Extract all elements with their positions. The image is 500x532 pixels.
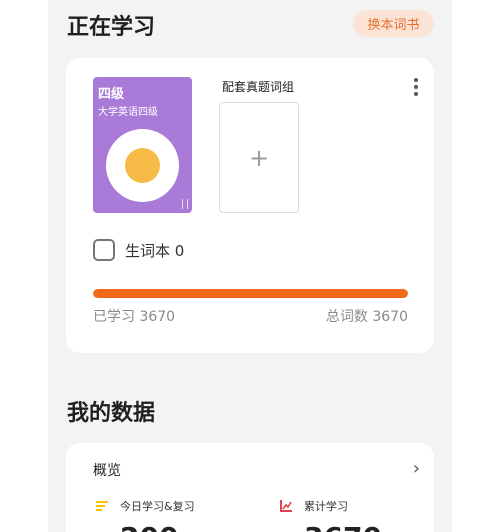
swap-book-button[interactable]: 换本词书 — [353, 10, 434, 37]
overview-card[interactable]: 概览 › 今日学习&复习 200 累计学习 3670 — [66, 443, 434, 532]
book-card: 四级 大学英语四级 配套真题词组 + 生词本 0 已学习 3670 总词数 36… — [66, 58, 434, 353]
vocab-checkbox[interactable] — [93, 239, 115, 261]
cover-level: 四级 — [98, 87, 125, 102]
add-addon-button[interactable]: + — [219, 102, 299, 213]
egg-illustration — [106, 129, 179, 202]
list-icon — [96, 501, 108, 511]
more-options-icon[interactable] — [412, 78, 420, 100]
cover-subtitle: 大学英语四级 — [98, 107, 158, 118]
book-cover[interactable]: 四级 大学英语四级 — [93, 77, 192, 213]
total-count: 总词数 3670 — [325, 309, 408, 325]
chevron-right-icon[interactable]: › — [413, 460, 420, 478]
plus-icon: + — [248, 143, 270, 172]
learned-count: 已学习 3670 — [93, 309, 176, 325]
total-study-label: 累计学习 — [304, 500, 348, 513]
vocab-book-label: 生词本 0 — [125, 242, 185, 260]
learning-progress-bar — [93, 289, 408, 298]
data-section-title: 我的数据 — [67, 401, 156, 426]
total-study-value: 3670 — [304, 521, 382, 532]
line-chart-icon — [280, 500, 292, 512]
today-study-label: 今日学习&复习 — [120, 500, 195, 513]
today-study-value: 200 — [120, 521, 178, 532]
addon-label: 配套真题词组 — [222, 80, 295, 94]
overview-label: 概览 — [93, 463, 121, 479]
page-title: 正在学习 — [67, 15, 156, 40]
progress-fill — [93, 289, 408, 298]
app-screen: 正在学习 换本词书 四级 大学英语四级 配套真题词组 + 生词本 0 已学习 3… — [48, 0, 452, 532]
cover-mark-icon — [182, 199, 188, 209]
